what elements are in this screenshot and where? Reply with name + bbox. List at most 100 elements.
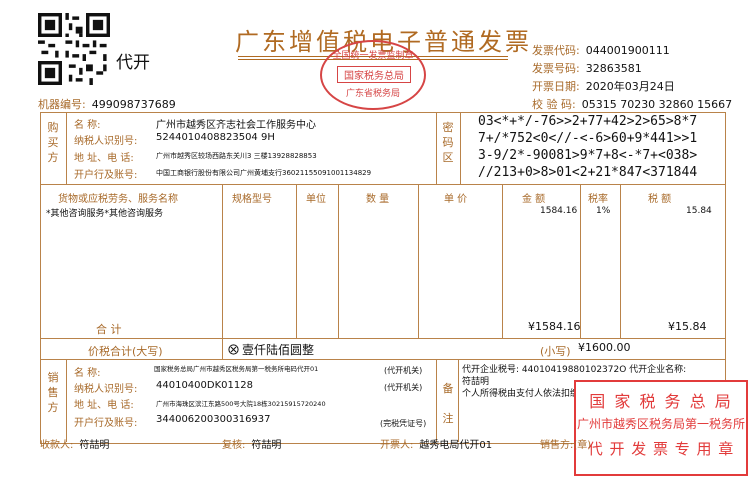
buyer-addr: 广州市越秀区较场西路东关川3 三楼13928828853	[156, 152, 317, 160]
total-label: 合 计	[96, 323, 122, 336]
cipher-line-4: //213+0>8>01<2+21*847<371844	[478, 165, 698, 180]
drawer-value: 越秀电局代开01	[419, 440, 493, 451]
seller-section-label: 销售方	[47, 371, 59, 414]
drawer: 开票人: 越秀电局代开01	[380, 436, 492, 451]
reviewer: 复核: 符喆明	[222, 436, 281, 451]
seller-addr-label: 地 址、电 话:	[74, 400, 134, 411]
grand-total-small: ¥1600.00	[578, 341, 631, 354]
cross-circle-icon	[228, 344, 239, 355]
remarks-section-label: 备注	[442, 382, 454, 425]
seller-name-tag: (代开机关)	[384, 366, 423, 375]
seller-addr: 广州市海珠区滨江东路500号大院18栋30215915720240	[156, 400, 326, 408]
seal-line-3: 广东省税务局	[345, 89, 400, 99]
buyer-name-label: 名 称:	[74, 120, 101, 131]
row-divider	[40, 338, 726, 339]
item-rate: 1%	[596, 206, 611, 216]
qr-code	[38, 13, 110, 85]
col-qty: 数 量	[366, 194, 390, 205]
machine-no: 499098737689	[91, 98, 176, 111]
invoice-code-row: 发票代码: 044001900111	[532, 42, 670, 58]
col-spec: 规格型号	[232, 194, 272, 205]
row-divider	[40, 359, 726, 360]
col-divider	[66, 112, 67, 184]
seller-bank-label: 开户行及账号:	[74, 418, 138, 429]
col-divider	[460, 112, 461, 184]
invoice-code: 044001900111	[585, 44, 670, 57]
col-divider	[436, 112, 437, 184]
cipher-line-1: 03<*+*/-76>>2+77+42>2>65>8*7	[478, 114, 698, 129]
col-divider	[620, 184, 621, 338]
col-divider	[436, 359, 437, 442]
machine-row: 机器编号: 499098737689	[38, 96, 176, 112]
buyer-name: 广州市越秀区齐志社会工作服务中心	[156, 120, 316, 131]
date-row: 开票日期: 2020年03月24日	[532, 78, 675, 94]
buyer-bank-label: 开户行及账号:	[74, 170, 138, 181]
stamp-line-1: 国 家 税 务 总 局	[589, 392, 733, 411]
machine-label: 机器编号:	[38, 98, 86, 111]
stamp-line-3: 代 开 发 票 专 用 章	[587, 440, 735, 458]
payee-value: 符喆明	[79, 440, 110, 451]
reviewer-label: 复核:	[222, 440, 246, 451]
invoice-code-label: 发票代码:	[532, 44, 580, 57]
seller-name-label: 名 称:	[74, 368, 101, 379]
grand-total-label: 价税合计(大写)	[88, 345, 163, 358]
buyer-section-label: 购买方	[47, 121, 59, 164]
invoice-no: 32863581	[585, 62, 642, 75]
check-row: 校 验 码: 05315 70230 32860 15667	[532, 96, 732, 112]
payee-label: 收款人:	[40, 440, 74, 451]
check-code: 05315 70230 32860 15667	[581, 98, 733, 111]
payee: 收款人: 符喆明	[40, 436, 109, 451]
total-tax: ¥15.84	[668, 320, 707, 333]
col-divider	[222, 338, 223, 359]
col-tax: 税 额	[648, 194, 672, 205]
cipher-line-3: 3-9/2*-90081>9*7+8<-*7+<038>	[478, 148, 698, 163]
col-divider	[580, 184, 581, 338]
invoice-no-row: 发票号码: 32863581	[532, 60, 642, 76]
date-label: 开票日期:	[532, 80, 580, 93]
issuing-stamp: 国 家 税 务 总 局 广州市越秀区税务局第一税务所 代 开 发 票 专 用 章	[574, 380, 748, 476]
stamp-line-2: 广州市越秀区税务局第一税务所	[576, 417, 745, 431]
col-divider	[458, 359, 459, 442]
seller-tax-id-tag: (代开机关)	[384, 383, 423, 392]
cipher-line-2: 7+/*752<0<//-<-6>60+9*441>>1	[478, 131, 698, 146]
col-divider	[296, 184, 297, 338]
reviewer-value: 符喆明	[251, 440, 282, 451]
seal-line-2: 国家税务总局	[337, 66, 411, 83]
col-unit: 单位	[306, 194, 326, 205]
col-divider	[418, 184, 419, 338]
invoice-date: 2020年03月24日	[585, 80, 675, 93]
col-goods: 货物或应税劳务、服务名称	[58, 194, 178, 205]
drawer-label: 开票人:	[380, 440, 414, 451]
col-divider	[338, 184, 339, 338]
col-price: 单 价	[444, 194, 468, 205]
col-rate: 税率	[588, 194, 608, 205]
invoice-no-label: 发票号码:	[532, 62, 580, 75]
seller-tax-id-label: 纳税人识别号:	[74, 384, 138, 395]
col-divider	[66, 359, 67, 442]
col-amount: 金 额	[522, 194, 546, 205]
check-label: 校 验 码:	[532, 98, 576, 111]
remarks-line-3: 个人所得税由支付人依法扣缴	[462, 389, 580, 399]
seller-seal-label: 销售方:(章)	[540, 440, 592, 451]
total-amount: ¥1584.16	[528, 320, 581, 333]
buyer-bank: 中国工商银行股份有限公司广州黄埔支行36021155091001134829	[156, 169, 372, 177]
seller-bank-tag: (完税凭证号)	[380, 419, 427, 428]
col-divider	[502, 184, 503, 338]
seller-tax-id: 44010400DK01128	[156, 380, 253, 391]
row-divider	[40, 184, 726, 185]
seal-line-1: 全国统一发票监制章	[332, 51, 414, 61]
seller-bank: 344006200300316937	[156, 414, 271, 425]
buyer-tax-id: 5244010408823504 9H	[156, 132, 275, 143]
supervision-seal: 全国统一发票监制章 国家税务总局 广东省税务局	[320, 40, 426, 110]
item-tax: 15.84	[686, 206, 712, 216]
cipher-section-label: 密码区	[442, 121, 454, 164]
seller-name: 国家税务总局广州市越秀区税务局第一税务所电码代开01	[154, 365, 319, 373]
daikai-label: 代开	[116, 53, 150, 73]
item-goods: *其他咨询服务*其他咨询服务	[46, 209, 164, 219]
remarks-line-1: 代开企业税号: 44010419880102372O 代开企业名称:	[462, 365, 687, 375]
buyer-tax-id-label: 纳税人识别号:	[74, 136, 138, 147]
col-divider	[222, 184, 223, 338]
item-amount: 1584.16	[540, 206, 578, 216]
grand-small-label: (小写)	[540, 345, 571, 358]
buyer-addr-label: 地 址、电 话:	[74, 153, 134, 164]
